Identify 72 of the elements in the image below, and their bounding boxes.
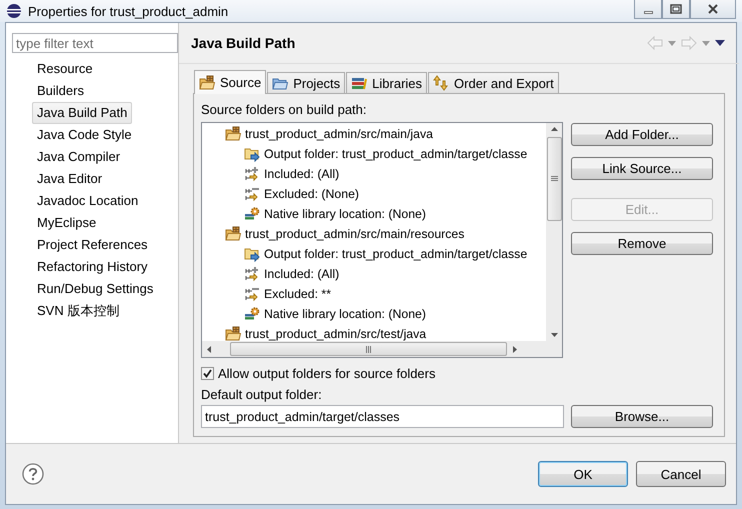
scroll-right-icon[interactable] [513, 346, 517, 352]
page-title: Java Build Path [191, 35, 296, 51]
tree-item[interactable]: Output folder: trust_product_admin/target/classe [264, 147, 528, 161]
tree-item[interactable]: Excluded: ** [264, 287, 331, 301]
close-icon [707, 4, 719, 14]
tab[interactable]: Projects [267, 72, 346, 93]
sidebar-item[interactable]: Run/Debug Settings [32, 278, 158, 300]
checkbox-label: Allow output folders for source folders [218, 366, 436, 381]
library-gear-icon [244, 206, 260, 222]
horizontal-scrollbar[interactable] [202, 341, 562, 357]
tree-item[interactable]: Native library location: (None) [264, 207, 426, 221]
tree-item[interactable]: Output folder: trust_product_admin/target/classe [264, 247, 528, 261]
help-icon[interactable] [22, 463, 44, 485]
sidebar-item[interactable]: Refactoring History [32, 256, 153, 278]
sidebar-item[interactable]: Java Code Style [32, 124, 137, 146]
action-button[interactable]: Link Source... [571, 157, 713, 180]
tree-item[interactable]: Included: (All) [264, 167, 340, 181]
tree-item[interactable]: Included: (All) [264, 267, 340, 281]
minimize-icon [644, 10, 652, 14]
grip-icon [550, 176, 558, 182]
scroll-left-icon[interactable] [207, 346, 211, 352]
eclipse-icon [6, 3, 22, 19]
browse-button[interactable]: Browse... [571, 405, 713, 428]
source-folder-icon [225, 326, 241, 341]
library-gear-icon [244, 306, 260, 322]
maximize-button[interactable] [662, 0, 690, 19]
grip-icon [364, 346, 372, 352]
arrows-icon [433, 75, 450, 91]
tree-item[interactable]: trust_product_admin/src/test/java [245, 327, 426, 341]
filter-field[interactable]: type filter text [12, 33, 178, 53]
minimize-button[interactable] [634, 0, 662, 19]
scroll-up-icon[interactable] [550, 127, 558, 131]
sidebar-item[interactable]: Project References [32, 234, 153, 256]
field-label: Default output folder: [201, 387, 323, 404]
include-filter-icon [244, 266, 260, 282]
vertical-scrollbar[interactable] [546, 123, 562, 341]
output-folder-icon [244, 246, 260, 262]
source-folder-icon [225, 226, 241, 242]
window-title: Properties for trust_product_admin [28, 4, 228, 18]
checkbox[interactable] [201, 367, 214, 380]
output-folder-icon [244, 146, 260, 162]
tab[interactable]: Libraries [346, 72, 428, 93]
exclude-filter-icon [244, 186, 260, 202]
sidebar-item[interactable]: SVN 版本控制 [32, 300, 124, 322]
exclude-filter-icon [244, 286, 260, 302]
cancel-button[interactable]: Cancel [636, 461, 726, 487]
menu-icon[interactable] [715, 40, 725, 46]
source-folder-icon [225, 126, 241, 142]
ok-button[interactable]: OK [538, 461, 628, 487]
sidebar-item[interactable]: Java Compiler [32, 146, 126, 168]
tree-item[interactable]: Excluded: (None) [264, 187, 360, 201]
sidebar-item[interactable]: Resource [32, 58, 98, 80]
sidebar-item[interactable]: Java Build Path [32, 102, 132, 124]
output-folder-field[interactable]: trust_product_admin/target/classes [201, 405, 564, 428]
books-icon [351, 75, 368, 91]
tab[interactable]: Order and Export [428, 72, 559, 93]
sidebar-item[interactable]: Javadoc Location [32, 190, 144, 212]
section-label: Source folders on build path: [201, 102, 368, 119]
close-button[interactable] [690, 0, 736, 19]
sidebar-item[interactable]: Java Editor [32, 168, 108, 190]
maximize-icon [670, 4, 682, 14]
tree-item[interactable]: Native library location: (None) [264, 307, 426, 321]
tab[interactable]: Source [194, 70, 266, 94]
sidebar-item[interactable]: Builders [32, 80, 89, 102]
action-button[interactable]: Add Folder... [571, 123, 713, 146]
tree-item[interactable]: trust_product_admin/src/main/java [245, 127, 433, 141]
tree-item[interactable]: trust_product_admin/src/main/resources [245, 227, 464, 241]
sidebar-item[interactable]: MyEclipse [32, 212, 102, 234]
action-button[interactable]: Remove [571, 232, 713, 255]
source-folder-icon [199, 74, 215, 90]
scroll-down-icon[interactable] [550, 333, 558, 337]
include-filter-icon [244, 166, 260, 182]
